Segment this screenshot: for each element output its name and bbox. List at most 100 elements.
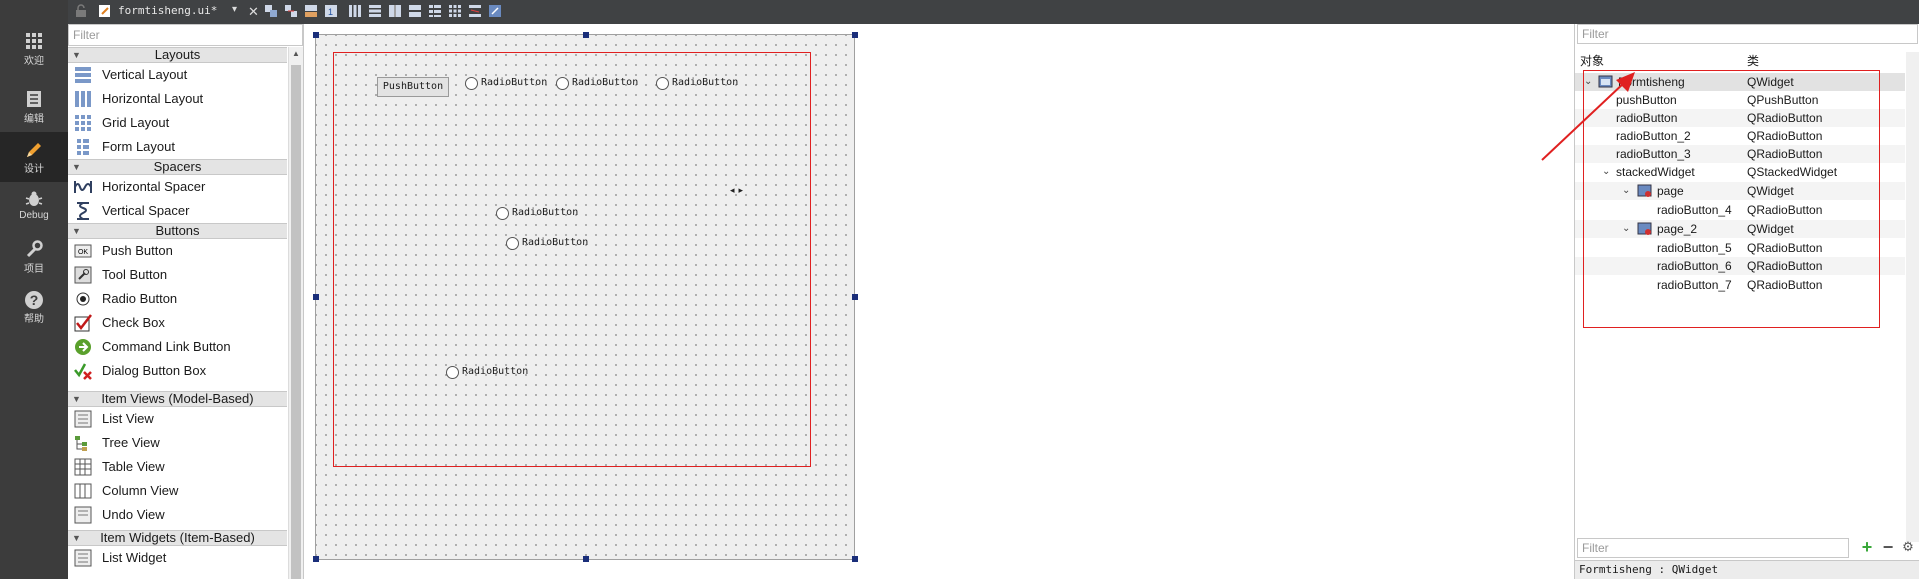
widget-box-scrollbar[interactable]: ▲ [288,47,303,579]
mode-label: 编辑 [24,114,44,125]
mode-design[interactable]: 设计 [0,132,68,182]
remove-property-icon[interactable]: − [1878,538,1898,558]
form-push-button[interactable]: PushButton [377,77,449,97]
column-header-class[interactable]: 类 [1747,52,1759,68]
widget-list-view[interactable]: List View [68,407,287,431]
editor-toolbar: formtisheng.ui* ▾ ✕ 1 [68,0,1919,24]
layout-vertical-icon[interactable] [368,4,384,20]
collapse-icon: ▼ [72,226,81,236]
mode-welcome[interactable]: 欢迎 [0,24,68,74]
pencil-icon [0,132,68,160]
widget-label: Grid Layout [102,115,170,130]
widget-label: Vertical Layout [102,67,188,82]
category-spacers[interactable]: ▼ Spacers [68,159,287,175]
widget-command-link-button[interactable]: Command Link Button [68,335,287,359]
resize-handle[interactable] [852,294,858,300]
svg-text:OK: OK [78,249,88,256]
edit-signals-icon[interactable] [284,4,300,20]
layout-horizontal-icon[interactable] [348,4,364,20]
mode-help[interactable]: ? 帮助 [0,282,68,332]
form-radio-button-6[interactable]: RadioButton [446,365,528,379]
form-radio-button-5[interactable]: RadioButton [506,236,588,250]
layout-splitter-h-icon[interactable] [388,4,404,20]
widget-column-view[interactable]: Column View [68,479,287,503]
table-view-icon [74,458,92,476]
collapse-icon: ▼ [72,162,81,172]
horizontal-layout-icon [74,90,92,108]
widget-radio-button[interactable]: Radio Button [68,287,287,311]
widget-undo-view[interactable]: Undo View [68,503,287,527]
inspector-filter-input[interactable]: Filter [1577,24,1918,44]
svg-text:1: 1 [328,7,333,17]
add-property-icon[interactable]: + [1857,538,1877,558]
tool-button-icon [74,266,92,284]
category-buttons[interactable]: ▼ Buttons [68,223,287,239]
form-radio-button-2[interactable]: RadioButton [556,76,638,90]
inspector-scrollbar[interactable] [1906,52,1919,542]
form-radio-button-1[interactable]: RadioButton [465,76,547,90]
widget-label: Tool Button [102,267,168,282]
widget-grid-layout[interactable]: Grid Layout [68,111,287,135]
check-box-icon [74,314,92,332]
resize-handle[interactable] [583,556,589,562]
widget-horizontal-layout[interactable]: Horizontal Layout [68,87,287,111]
command-link-icon [74,338,92,356]
stacked-widget-highlight [333,52,811,467]
widget-list-widget[interactable]: List Widget [68,546,287,570]
collapse-icon: ▼ [72,533,81,543]
adjust-size-icon[interactable] [488,4,504,20]
mode-label: 帮助 [24,314,44,325]
widget-label: Push Button [102,243,173,258]
ui-file-icon [98,4,114,20]
widget-vertical-spacer[interactable]: Vertical Spacer [68,199,287,223]
mode-edit[interactable]: 编辑 [0,82,68,132]
close-file-icon[interactable]: ✕ [248,4,264,20]
resize-handle[interactable] [583,32,589,38]
svg-text:?: ? [30,292,39,308]
widget-dialog-button-box[interactable]: Dialog Button Box [68,359,287,383]
resize-handle[interactable] [852,32,858,38]
widget-table-view[interactable]: Table View [68,455,287,479]
layout-splitter-v-icon[interactable] [408,4,424,20]
category-item-widgets[interactable]: ▼ Item Widgets (Item-Based) [68,530,287,546]
scroll-up-icon[interactable]: ▲ [292,49,300,58]
push-button-icon: OK [74,242,92,260]
widget-check-box[interactable]: Check Box [68,311,287,335]
widget-push-button[interactable]: OK Push Button [68,239,287,263]
dialog-button-box-icon [74,362,92,380]
widget-label: Check Box [102,315,165,330]
mode-projects[interactable]: 项目 [0,232,68,282]
break-layout-icon[interactable] [468,4,484,20]
mode-debug[interactable]: Debug [0,182,68,232]
edit-widgets-icon[interactable] [264,4,280,20]
form-radio-button-4[interactable]: RadioButton [496,206,578,220]
mode-label: 项目 [24,264,44,275]
widget-form-layout[interactable]: Form Layout [68,135,287,159]
resize-handle[interactable] [313,32,319,38]
category-item-views[interactable]: ▼ Item Views (Model-Based) [68,391,287,407]
layout-form-icon[interactable] [428,4,444,20]
file-dropdown-icon[interactable]: ▾ [232,4,248,20]
grid-layout-icon [74,114,92,132]
page-switch-arrows-icon[interactable]: ◂▸ [730,185,747,196]
open-file-name[interactable]: formtisheng.ui* [118,4,217,20]
resize-handle[interactable] [852,556,858,562]
layout-grid-icon[interactable] [448,4,464,20]
widget-tool-button[interactable]: Tool Button [68,263,287,287]
edit-buddies-icon[interactable] [304,4,320,20]
vertical-layout-icon [74,66,92,84]
widget-label: Undo View [102,507,165,522]
form-radio-button-3[interactable]: RadioButton [656,76,738,90]
resize-handle[interactable] [313,556,319,562]
property-filter-input[interactable]: Filter [1577,538,1849,558]
scrollbar-thumb[interactable] [291,65,301,579]
widget-vertical-layout[interactable]: Vertical Layout [68,63,287,87]
widget-filter-input[interactable]: Filter [68,24,303,46]
widget-horizontal-spacer[interactable]: Horizontal Spacer [68,175,287,199]
annotation-arrow [1541,72,1635,161]
edit-tab-order-icon[interactable]: 1 [324,4,340,20]
widget-tree-view[interactable]: Tree View [68,431,287,455]
category-layouts[interactable]: ▼ Layouts [68,47,287,63]
resize-handle[interactable] [313,294,319,300]
configure-icon[interactable]: ⚙ [1898,538,1918,558]
